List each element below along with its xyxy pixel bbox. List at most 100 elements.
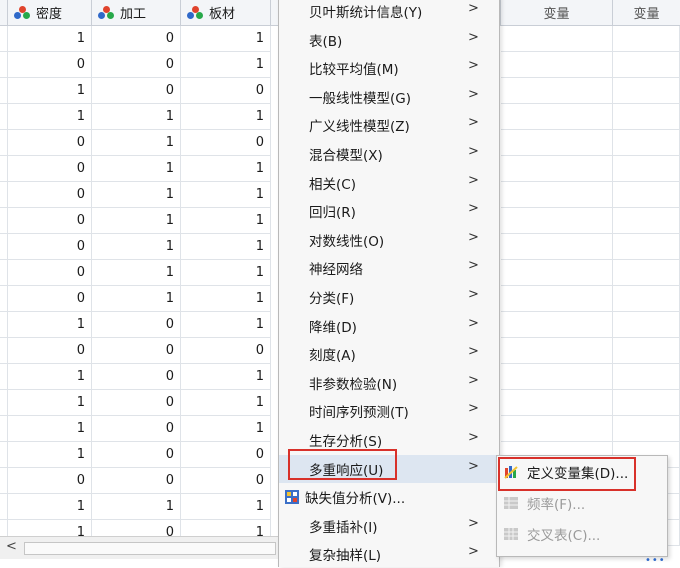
table-cell[interactable]: 0 [92,442,181,468]
table-cell[interactable]: 1 [92,286,181,312]
column-header-var[interactable]: 变量 [613,0,680,26]
empty-cell[interactable] [613,78,680,104]
row-number-cell[interactable] [0,286,8,312]
menu-item[interactable]: 对数线性(O) > [279,226,497,254]
table-cell[interactable]: 0 [8,286,92,312]
table-cell[interactable]: 1 [181,182,271,208]
menu-item[interactable]: 刻度(A) > [279,340,497,368]
table-cell[interactable]: 1 [8,104,92,130]
empty-cell[interactable] [501,130,613,156]
row-number-cell[interactable] [0,390,8,416]
table-cell[interactable]: 1 [181,52,271,78]
menu-item[interactable]: 比较平均值(M) > [279,54,497,82]
table-cell[interactable]: 0 [8,182,92,208]
table-cell[interactable]: 1 [181,286,271,312]
table-cell[interactable]: 0 [8,130,92,156]
empty-cell[interactable] [613,26,680,52]
table-cell[interactable]: 0 [92,52,181,78]
row-number-cell[interactable] [0,442,8,468]
empty-cell[interactable] [501,52,613,78]
empty-cell[interactable] [501,260,613,286]
table-cell[interactable]: 1 [92,234,181,260]
column-header-board[interactable]: 板材 [181,0,271,26]
table-cell[interactable]: 1 [181,260,271,286]
horizontal-scrollbar[interactable]: < [0,536,280,559]
table-cell[interactable]: 1 [181,156,271,182]
row-number-cell[interactable] [0,182,8,208]
table-cell[interactable]: 1 [8,78,92,104]
empty-cell[interactable] [613,390,680,416]
row-number-cell[interactable] [0,468,8,494]
empty-cell[interactable] [613,156,680,182]
menu-item[interactable]: 相关(C) > [279,169,497,197]
table-cell[interactable]: 1 [181,312,271,338]
empty-cell[interactable] [501,26,613,52]
empty-cell[interactable] [501,156,613,182]
table-cell[interactable]: 1 [181,494,271,520]
empty-cell[interactable] [613,364,680,390]
menu-item[interactable]: 降维(D) > [279,312,497,340]
empty-cell[interactable] [501,390,613,416]
empty-cell[interactable] [613,104,680,130]
column-header-processing[interactable]: 加工 [92,0,181,26]
row-number-cell[interactable] [0,416,8,442]
empty-cell[interactable] [613,416,680,442]
empty-cell[interactable] [613,234,680,260]
empty-cell[interactable] [613,182,680,208]
table-cell[interactable]: 0 [92,390,181,416]
empty-cell[interactable] [613,130,680,156]
menu-item[interactable]: 分类(F) > [279,283,497,311]
menu-item[interactable]: 缺失值分析(V)... [279,483,497,511]
table-cell[interactable]: 0 [92,78,181,104]
empty-cell[interactable] [613,52,680,78]
table-cell[interactable]: 0 [92,312,181,338]
table-cell[interactable]: 0 [92,338,181,364]
table-cell[interactable]: 1 [181,104,271,130]
table-cell[interactable]: 1 [92,104,181,130]
table-cell[interactable]: 0 [181,130,271,156]
empty-cell[interactable] [613,312,680,338]
empty-cell[interactable] [501,338,613,364]
empty-cell[interactable] [501,78,613,104]
menu-item[interactable]: 神经网络 > [279,254,497,282]
table-cell[interactable]: 1 [8,390,92,416]
row-number-cell[interactable] [0,208,8,234]
scroll-left-arrow-icon[interactable]: < [6,539,17,554]
table-cell[interactable]: 0 [8,338,92,364]
row-number-cell[interactable] [0,52,8,78]
table-cell[interactable]: 0 [92,416,181,442]
table-cell[interactable]: 0 [8,468,92,494]
menu-item[interactable]: 非参数检验(N) > [279,369,497,397]
table-cell[interactable]: 1 [181,26,271,52]
empty-cell[interactable] [501,416,613,442]
empty-cell[interactable] [501,208,613,234]
menu-item[interactable]: 贝叶斯统计信息(Y) > [279,0,497,25]
table-cell[interactable]: 1 [92,260,181,286]
table-cell[interactable]: 0 [92,468,181,494]
table-cell[interactable]: 1 [181,390,271,416]
empty-cell[interactable] [613,260,680,286]
row-number-cell[interactable] [0,26,8,52]
table-cell[interactable]: 1 [92,182,181,208]
empty-cell[interactable] [501,182,613,208]
column-header-density[interactable]: 密度 [8,0,92,26]
empty-cell[interactable] [501,234,613,260]
menu-item[interactable]: 表(B) > [279,26,497,54]
table-cell[interactable]: 1 [92,494,181,520]
table-cell[interactable]: 0 [92,364,181,390]
row-number-cell[interactable] [0,338,8,364]
row-number-cell[interactable] [0,78,8,104]
table-cell[interactable]: 0 [8,234,92,260]
row-number-cell[interactable] [0,104,8,130]
menu-item[interactable]: 回归(R) > [279,197,497,225]
empty-cell[interactable] [501,312,613,338]
table-cell[interactable]: 1 [8,494,92,520]
table-cell[interactable]: 0 [181,442,271,468]
menu-item[interactable]: 时间序列预测(T) > [279,397,497,425]
table-cell[interactable]: 1 [92,156,181,182]
empty-cell[interactable] [501,364,613,390]
empty-cell[interactable] [613,208,680,234]
submenu-item[interactable]: 交叉表(C)... [497,520,665,548]
empty-cell[interactable] [501,104,613,130]
row-number-cell[interactable] [0,312,8,338]
